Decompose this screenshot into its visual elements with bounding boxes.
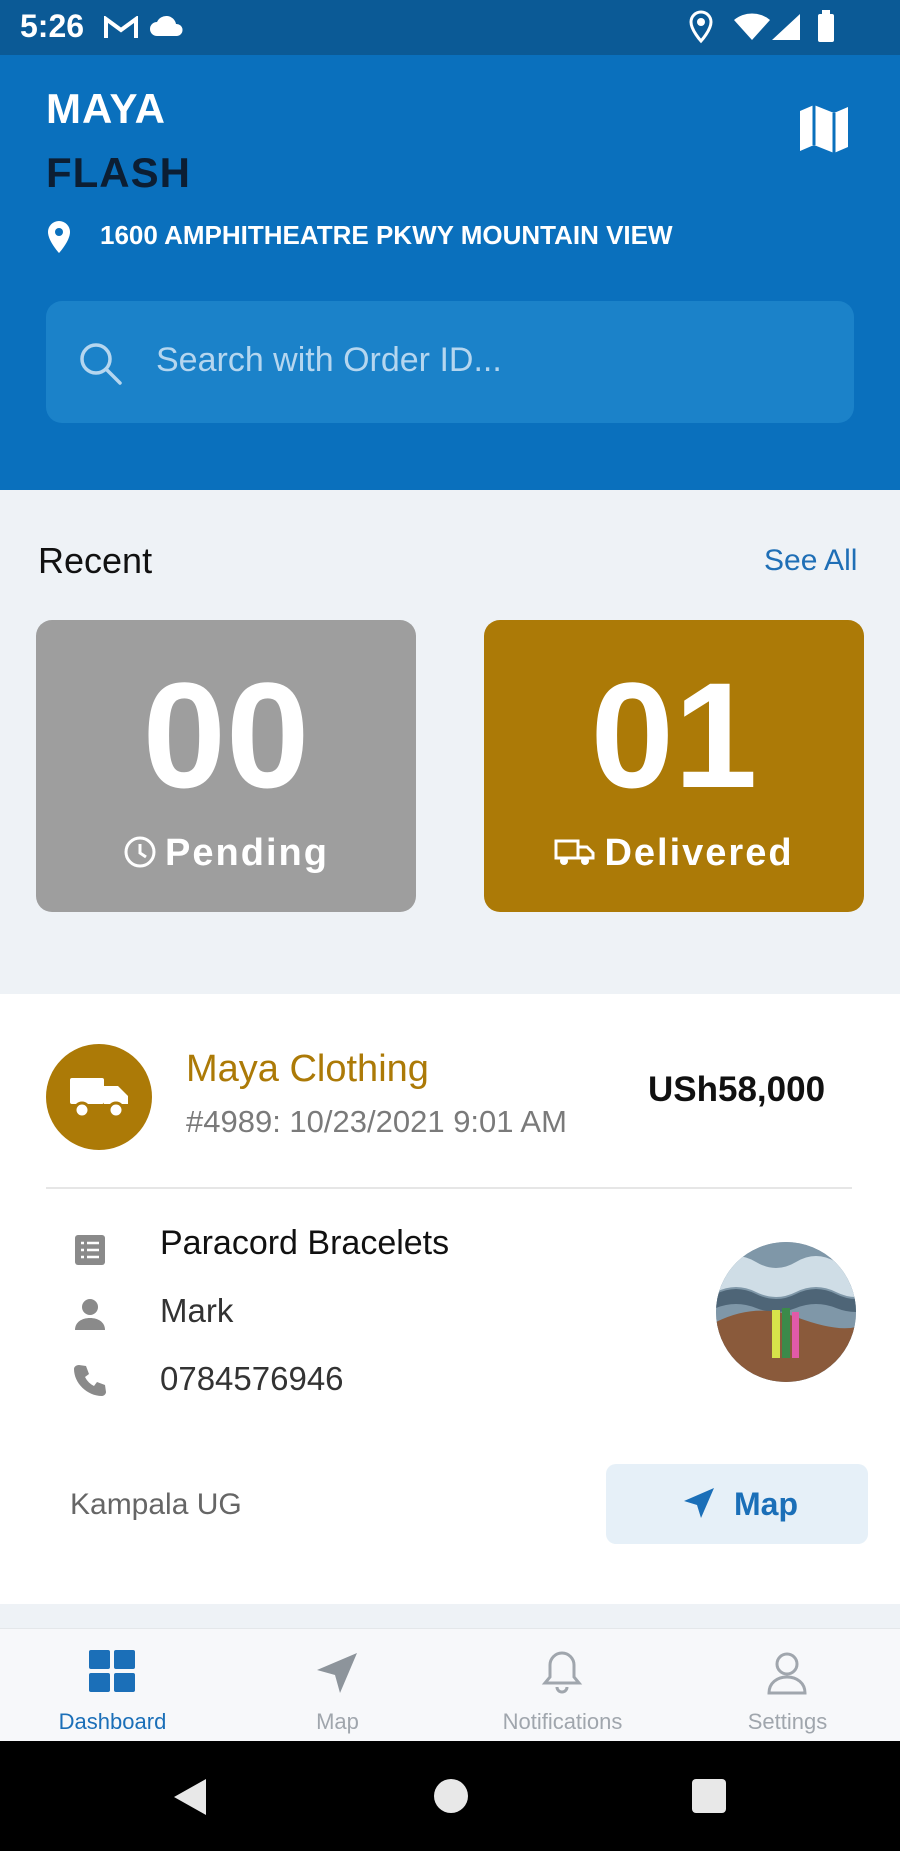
product-image xyxy=(716,1242,856,1382)
bottom-nav: Dashboard Map Notifications Settings xyxy=(0,1628,900,1742)
truck-icon xyxy=(554,839,595,865)
navigation-icon xyxy=(684,1488,714,1518)
address-text: 1600 AMPHITHEATRE PKWY MOUNTAIN VIEW xyxy=(100,220,673,250)
grid-icon xyxy=(89,1650,135,1692)
truck-icon xyxy=(70,1078,128,1119)
system-nav-bar xyxy=(0,1741,900,1851)
divider xyxy=(46,1187,852,1189)
nav-settings-label: Settings xyxy=(747,1709,828,1734)
home-icon[interactable] xyxy=(432,1777,470,1815)
product-name: Paracord Bracelets xyxy=(160,1224,450,1262)
search-input[interactable]: Search with Order ID... xyxy=(46,301,854,423)
pending-card[interactable]: 00 Pending xyxy=(36,620,416,912)
nav-dashboard[interactable]: Dashboard xyxy=(0,1629,225,1742)
pending-label-row: Pending xyxy=(36,832,416,875)
delivered-label: Delivered xyxy=(604,832,794,874)
pending-label: Pending xyxy=(165,832,329,874)
bell-icon xyxy=(541,1651,583,1694)
navigation-icon xyxy=(317,1653,357,1693)
nav-notifications-label: Notifications xyxy=(502,1709,623,1734)
nav-map[interactable]: Map xyxy=(225,1629,450,1742)
map-button[interactable]: Map xyxy=(606,1464,868,1544)
clock-icon xyxy=(124,836,156,868)
delivered-count: 01 xyxy=(590,651,758,819)
status-time: 5:26 xyxy=(20,8,85,44)
pending-count: 00 xyxy=(142,651,310,819)
nav-dashboard-label: Dashboard xyxy=(58,1709,167,1734)
order-price: USh58,000 xyxy=(648,1070,826,1109)
customer-name: Mark xyxy=(160,1292,234,1329)
map-button-label: Map xyxy=(734,1486,798,1522)
nav-notifications[interactable]: Notifications xyxy=(450,1629,675,1742)
user-icon xyxy=(767,1652,807,1695)
brand-line2: FLASH xyxy=(46,149,191,196)
order-avatar xyxy=(46,1044,152,1150)
phone-icon xyxy=(74,1365,106,1396)
order-location: Kampala UG xyxy=(70,1488,242,1521)
nav-settings[interactable]: Settings xyxy=(675,1629,900,1742)
recent-title: Recent xyxy=(38,540,153,581)
header: MAYA FLASH 1600 AMPHITHEATRE PKWY MOUNTA… xyxy=(0,55,900,490)
cloud-icon xyxy=(150,15,183,36)
nav-map-label: Map xyxy=(316,1709,359,1734)
recents-icon[interactable] xyxy=(690,1777,728,1815)
store-name: Maya Clothing xyxy=(186,1048,429,1090)
signal-icon xyxy=(772,14,800,40)
delivered-card[interactable]: 01 Delivered xyxy=(484,620,864,912)
see-all-link[interactable]: See All xyxy=(764,544,857,578)
search-icon xyxy=(80,343,122,385)
brand-line1: MAYA xyxy=(46,85,166,132)
phone-number[interactable]: 0784576946 xyxy=(160,1360,344,1398)
order-card[interactable]: Maya Clothing #4989: 10/23/2021 9:01 AM … xyxy=(0,994,900,1604)
wifi-icon xyxy=(734,13,770,41)
order-meta: #4989: 10/23/2021 9:01 AM xyxy=(186,1104,567,1139)
list-icon xyxy=(75,1235,105,1265)
map-icon[interactable] xyxy=(794,99,854,159)
location-status-icon xyxy=(689,10,713,44)
search-placeholder: Search with Order ID... xyxy=(156,341,502,379)
gmail-icon xyxy=(104,16,138,38)
status-bar: 5:26 xyxy=(0,0,900,55)
battery-icon xyxy=(818,10,834,42)
back-icon[interactable] xyxy=(172,1777,208,1817)
delivered-label-row: Delivered xyxy=(484,832,864,875)
location-pin-icon xyxy=(48,221,70,253)
person-icon xyxy=(75,1299,105,1330)
